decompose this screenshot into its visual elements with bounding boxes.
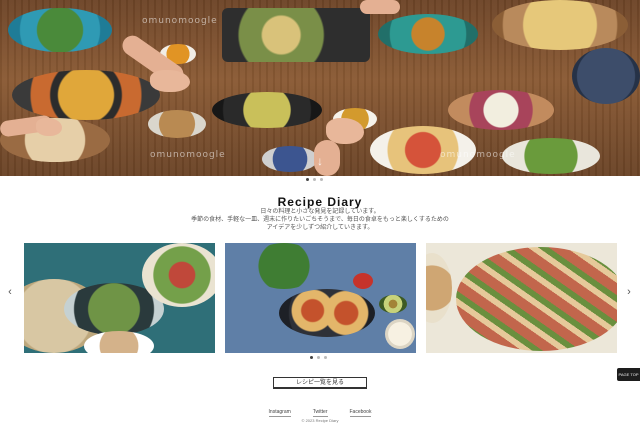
bowl-nuts [148, 110, 206, 138]
bowl-herbs [249, 243, 319, 289]
intro-text: 日々の料理と小さな発見を記録しています。 季節の食材、手軽な一皿、週末に作りたい… [150, 208, 490, 232]
footer-link-instagram[interactable]: Instagram [268, 409, 291, 417]
footer-link-twitter[interactable]: Twitter [312, 409, 328, 417]
hand-top-left [150, 70, 190, 92]
avocado [379, 295, 407, 313]
plate-salad-right [142, 243, 215, 307]
watermark-3: omunomoogle [440, 150, 516, 160]
hero-dot[interactable] [320, 178, 323, 181]
arm-top-center [360, 0, 400, 14]
watermark-1: omunomoogle [142, 16, 218, 26]
view-recipes-button[interactable]: レシピ一覧を見る [273, 377, 367, 389]
hero-dot[interactable] [313, 178, 316, 181]
bowl-hummus [84, 331, 154, 353]
page-top-button[interactable]: PAGE TOP [617, 368, 640, 381]
carousel-prev-icon[interactable]: ‹ [5, 286, 15, 298]
copyright: © 2023 Recipe Diary [301, 418, 339, 423]
carousel-dot[interactable] [324, 356, 327, 359]
carousel-slide[interactable] [426, 243, 617, 353]
bowl-blueberries [262, 146, 318, 172]
hero-image: omunomoogle omunomoogle omunomoogle ↓ [0, 0, 640, 176]
scroll-down-icon[interactable]: ↓ [313, 154, 327, 168]
bowl-mussels-center [212, 92, 322, 128]
page-title: Recipe Diary [277, 195, 363, 209]
plate-salad-topleft [8, 8, 112, 52]
footer-link-facebook[interactable]: Facebook [349, 409, 372, 417]
hero-pagination [306, 178, 323, 181]
carousel-dot[interactable] [310, 356, 313, 359]
plate-greens-right [502, 138, 600, 174]
tomato [353, 273, 373, 289]
bowl-blue-far-right [572, 48, 640, 104]
watermark-2: omunomoogle [150, 150, 226, 160]
plate-cheese-right [448, 90, 554, 130]
bowl-cream [385, 319, 415, 349]
tray-grill-center [222, 8, 370, 62]
carousel-slide[interactable] [225, 243, 416, 353]
intro-text-line: アイデアを少しずつ紹介していきます。 [266, 225, 374, 231]
plate-pasta-topright [492, 0, 628, 50]
intro-text-line: 季節の食材、手軽な一皿、週末に作りたいごちそうまで、毎日の食卓をもっと楽しくする… [191, 217, 449, 223]
plate-side [426, 253, 452, 323]
recipe-carousel [0, 243, 640, 353]
carousel-pagination [310, 356, 327, 359]
carousel-dot[interactable] [317, 356, 320, 359]
plate-pizza [279, 289, 375, 337]
plate-teal-topright [378, 14, 478, 54]
footer-links: Instagram Twitter Facebook [0, 409, 640, 417]
plate-paella-left [12, 70, 160, 120]
carousel-slide[interactable] [24, 243, 215, 353]
plate-rolls [456, 247, 617, 351]
carousel-next-icon[interactable]: › [624, 286, 634, 298]
hero-dot[interactable] [306, 178, 309, 181]
hand-left [36, 118, 62, 136]
intro-text-line: 日々の料理と小さな発見を記録しています。 [260, 209, 380, 215]
